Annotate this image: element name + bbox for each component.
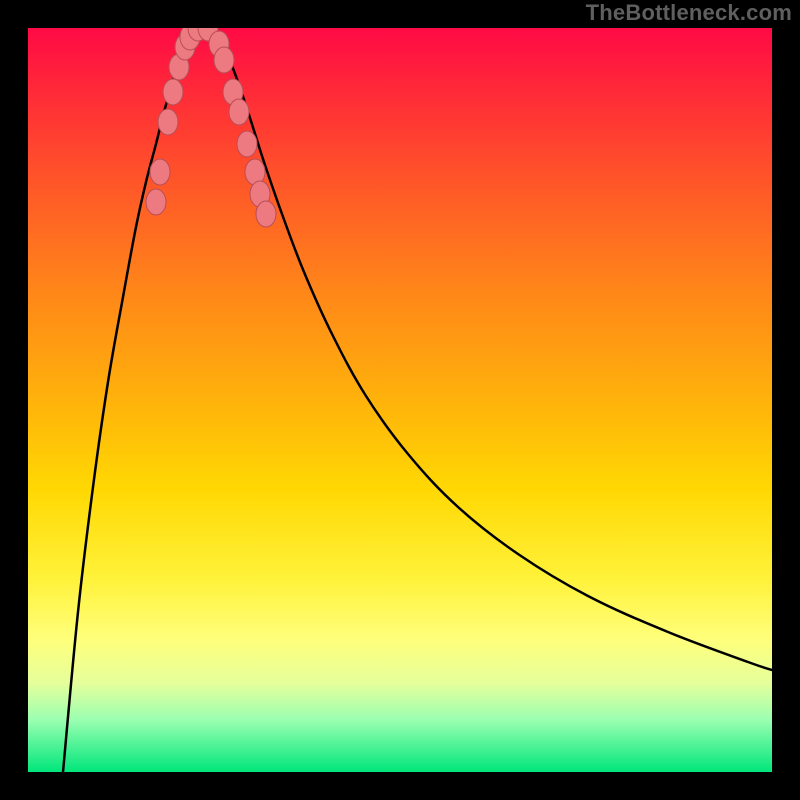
chart-frame: TheBottleneck.com (0, 0, 800, 800)
bottleneck-curve (28, 28, 772, 772)
data-marker (146, 189, 166, 215)
data-marker (163, 79, 183, 105)
plot-area (28, 28, 772, 772)
data-marker (150, 159, 170, 185)
curve-segment (208, 28, 772, 670)
data-marker (214, 47, 234, 73)
data-marker (229, 99, 249, 125)
watermark-text: TheBottleneck.com (586, 0, 792, 26)
data-marker (237, 131, 257, 157)
curve-segment (63, 28, 198, 772)
data-marker (256, 201, 276, 227)
data-marker (158, 109, 178, 135)
